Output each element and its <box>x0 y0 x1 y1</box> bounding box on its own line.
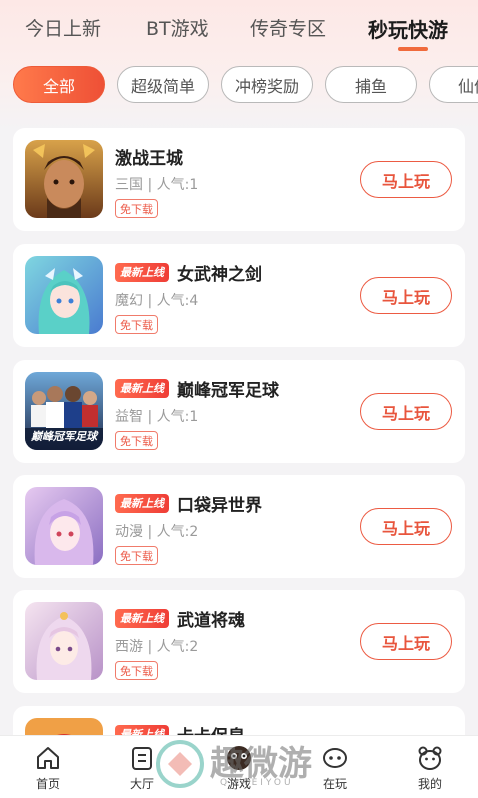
chip-xianxia[interactable]: 仙侠 <box>429 66 478 103</box>
new-launch-badge: 最新上线 <box>115 608 169 628</box>
game-card[interactable]: 巅峰冠军足球 最新上线 巅峰冠军足球 益智 | 人气:1 免下载 马上玩 <box>13 360 465 463</box>
nav-profile[interactable]: 我的 <box>382 736 478 798</box>
game-card[interactable]: 最新上线 女武神之剑 魔幻 | 人气:4 免下载 马上玩 <box>13 244 465 347</box>
game-thumbnail <box>25 256 103 334</box>
game-name: 巅峰冠军足球 <box>177 380 279 401</box>
tab-today-new[interactable]: 今日上新 <box>25 14 101 41</box>
free-download-tag: 免下载 <box>115 661 158 680</box>
play-now-button[interactable]: 马上玩 <box>360 508 452 545</box>
game-card[interactable]: 最新上线 口袋异世界 动漫 | 人气:2 免下载 马上玩 <box>13 475 465 578</box>
play-now-button[interactable]: 马上玩 <box>360 277 452 314</box>
game-meta: 三国 | 人气:1 <box>115 177 199 193</box>
nav-game[interactable]: 游戏 <box>191 736 287 798</box>
game-thumbnail <box>25 140 103 218</box>
tab-legend-zone[interactable]: 传奇专区 <box>250 14 326 41</box>
game-name: 武道将魂 <box>177 610 245 631</box>
play-now-button[interactable]: 马上玩 <box>360 393 452 430</box>
filter-chips: 全部 超级简单 冲榜奖励 捕鱼 仙侠 <box>0 66 478 104</box>
new-launch-badge: 最新上线 <box>115 262 169 282</box>
hall-icon <box>127 743 157 773</box>
game-meta: 魔幻 | 人气:4 <box>115 293 199 309</box>
bottom-navigation: 首页 大厅 游戏 在玩 我的 <box>0 735 478 798</box>
chip-fishing[interactable]: 捕鱼 <box>325 66 417 103</box>
game-meta: 动漫 | 人气:2 <box>115 524 199 540</box>
play-now-button[interactable]: 马上玩 <box>360 623 452 660</box>
thumbnail-title: 巅峰冠军足球 <box>31 430 97 443</box>
nav-label: 游戏 <box>226 777 251 791</box>
game-meta: 西游 | 人气:2 <box>115 639 199 655</box>
new-launch-badge: 最新上线 <box>115 378 169 398</box>
active-tab-indicator <box>398 47 428 51</box>
game-card[interactable]: 最新上线 武道将魂 西游 | 人气:2 免下载 马上玩 <box>13 590 465 693</box>
free-download-tag: 免下载 <box>115 546 158 565</box>
chip-rank-rewards[interactable]: 冲榜奖励 <box>221 66 313 103</box>
game-thumbnail <box>25 487 103 565</box>
home-icon <box>33 743 63 773</box>
game-name: 口袋异世界 <box>177 495 262 516</box>
chip-super-easy[interactable]: 超级简单 <box>117 66 209 103</box>
game-name: 激战王城 <box>115 148 183 169</box>
nav-label: 首页 <box>35 777 60 791</box>
game-meta: 益智 | 人气:1 <box>115 409 199 425</box>
nav-label: 在玩 <box>322 777 347 791</box>
free-download-tag: 免下载 <box>115 315 158 334</box>
nav-home[interactable]: 首页 <box>0 736 96 798</box>
tab-bt-games[interactable]: BT游戏 <box>146 14 209 41</box>
profile-icon <box>415 743 445 773</box>
game-name: 女武神之剑 <box>177 264 262 285</box>
nav-label: 我的 <box>417 777 442 791</box>
free-download-tag: 免下载 <box>115 199 158 218</box>
nav-playing[interactable]: 在玩 <box>287 736 383 798</box>
playing-icon <box>320 743 350 773</box>
chip-all[interactable]: 全部 <box>13 66 105 103</box>
nav-hall[interactable]: 大厅 <box>94 736 190 798</box>
category-tabs: 今日上新 BT游戏 传奇专区 秒玩快游 <box>0 0 478 58</box>
game-icon <box>224 743 254 773</box>
nav-label: 大厅 <box>129 777 154 791</box>
play-now-button[interactable]: 马上玩 <box>360 161 452 198</box>
tab-instant-play[interactable]: 秒玩快游 <box>368 14 448 43</box>
free-download-tag: 免下载 <box>115 431 158 450</box>
game-thumbnail <box>25 602 103 680</box>
game-thumbnail: 巅峰冠军足球 <box>25 372 103 450</box>
new-launch-badge: 最新上线 <box>115 493 169 513</box>
game-card[interactable]: 激战王城 三国 | 人气:1 免下载 马上玩 <box>13 128 465 231</box>
